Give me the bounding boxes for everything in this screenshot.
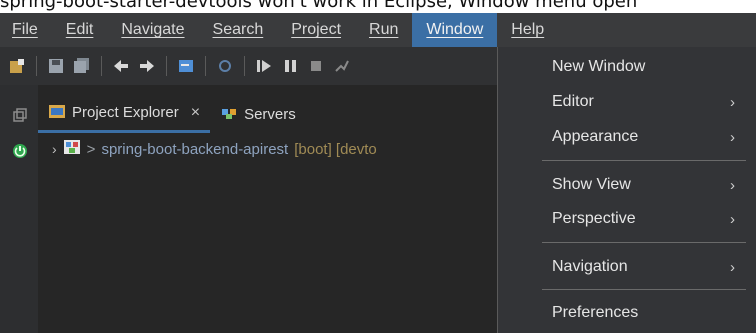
toolbar-separator [101,56,102,76]
menu-navigate[interactable]: Navigate [107,13,198,47]
back-icon[interactable] [112,57,130,75]
terminal-icon[interactable] [177,57,195,75]
caption-strip: spring-boot-starter-devtools won't work … [0,0,756,13]
tab-label: Project Explorer [72,104,179,121]
menu-item-label: Navigation [552,258,628,275]
server-start-icon[interactable] [12,143,28,159]
link-icon[interactable] [216,57,234,75]
disconnect-icon[interactable] [333,57,351,75]
project-prefix: > [86,140,96,158]
caption-text: spring-boot-starter-devtools won't work … [0,0,638,12]
project-tree-item[interactable]: › > spring-boot-backend-apirest [boot] [… [52,137,377,161]
menu-item-appearance[interactable]: Appearance › [498,120,756,154]
tab-servers[interactable]: Servers [210,95,306,133]
menu-separator [542,289,746,290]
suspend-icon[interactable] [281,57,299,75]
save-icon[interactable] [47,57,65,75]
window-menu-dropdown: New Window Editor › Appearance › Show Vi… [497,47,756,333]
menu-item-label: Show View [552,176,631,193]
menu-item-preferences[interactable]: Preferences [498,296,756,330]
menu-search[interactable]: Search [199,13,278,47]
toolbar-separator [205,56,206,76]
chevron-right-icon: › [730,93,735,111]
new-icon[interactable] [8,57,26,75]
view-tab-bar: Project Explorer × Servers [38,95,500,133]
menu-run[interactable]: Run [355,13,412,47]
servers-icon [220,103,238,125]
maven-project-icon [63,138,81,160]
left-trim-bar [0,85,38,333]
menu-help[interactable]: Help [497,13,558,47]
tab-project-explorer[interactable]: Project Explorer × [38,95,211,133]
menu-bar: File Edit Navigate Search Project Run Wi… [0,13,756,47]
resume-icon[interactable] [255,57,273,75]
menu-item-label: New Window [552,58,646,75]
menu-item-perspective[interactable]: Perspective › [498,202,756,236]
menu-item-navigation[interactable]: Navigation › [498,250,756,284]
menu-item-label: Perspective [552,210,636,227]
menu-window[interactable]: Window [412,13,498,47]
chevron-right-icon: › [730,176,735,194]
menu-item-label: Preferences [552,304,639,321]
project-explorer-icon [48,102,66,124]
toolbar-separator [166,56,167,76]
close-icon[interactable]: × [191,104,200,122]
menu-separator [542,242,746,243]
restore-icon[interactable] [12,107,28,123]
menu-edit[interactable]: Edit [52,13,108,47]
menu-item-label: Editor [552,93,594,110]
chevron-right-icon: › [730,128,735,146]
menu-separator [542,160,746,161]
tab-label: Servers [244,105,296,123]
menu-project[interactable]: Project [277,13,355,47]
chevron-right-icon: › [730,258,735,276]
save-all-icon[interactable] [73,57,91,75]
chevron-right-icon: › [730,210,735,228]
stop-icon[interactable] [307,57,325,75]
main-toolbar [0,47,500,85]
toolbar-separator [36,56,37,76]
project-name: spring-boot-backend-apirest [101,140,289,158]
menu-item-show-view[interactable]: Show View › [498,168,756,202]
menu-item-editor[interactable]: Editor › [498,85,756,119]
forward-icon[interactable] [138,57,156,75]
project-tags: [boot] [devto [294,140,377,158]
menu-item-label: Appearance [552,128,639,145]
expand-arrow-icon[interactable]: › [52,141,57,157]
toolbar-separator [244,56,245,76]
menu-file[interactable]: File [0,13,52,47]
menu-item-new-window[interactable]: New Window [498,50,756,84]
